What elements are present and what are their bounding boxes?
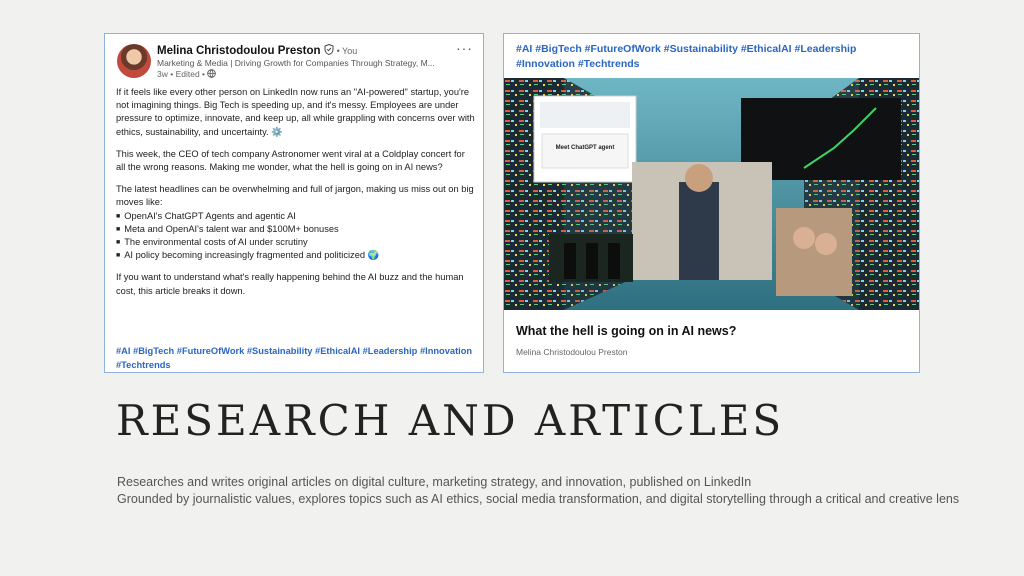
description-line: Grounded by journalistic values, explore… [117,491,960,506]
section-title: RESEARCH AND ARTICLES [116,396,785,445]
image-caption: Meet ChatGPT agent [555,145,615,151]
article-hashtags[interactable]: #AI #BigTech #FutureOfWork #Sustainabili… [516,42,911,72]
post-bullet-list: OpenAI's ChatGPT Agents and agentic AI M… [116,210,476,263]
post-body: If it feels like every other person on L… [116,86,476,307]
post-meta-text: 3w • Edited • [157,69,206,79]
avatar[interactable] [117,44,151,78]
linkedin-post-card[interactable]: Melina Christodoulou Preston • You Market… [104,33,484,373]
post-hashtags[interactable]: #AI #BigTech #FutureOfWork #Sustainabili… [116,344,476,372]
post-paragraph: If you want to understand what's really … [116,272,464,296]
article-cover-image[interactable]: Meet ChatGPT agent [504,78,919,310]
author-headline: Marketing & Media | Driving Growth for C… [157,58,435,68]
list-item: Meta and OpenAI's talent war and $100M+ … [116,223,476,236]
post-meta: 3w • Edited • [157,69,217,79]
post-paragraph: This week, the CEO of tech company Astro… [116,148,465,173]
linkedin-article-card[interactable]: #AI #BigTech #FutureOfWork #Sustainabili… [503,33,920,373]
list-item: AI policy becoming increasingly fragment… [116,249,476,262]
article-title[interactable]: What the hell is going on in AI news? [516,324,736,338]
you-label: • You [336,46,358,56]
description-line: Researches and writes original articles … [117,475,752,489]
more-icon[interactable]: ··· [456,40,473,56]
post-paragraph: The latest headlines can be overwhelming… [116,184,474,208]
section-description: Researches and writes original articles … [117,474,997,507]
list-item: The environmental costs of AI under scru… [116,236,476,249]
author-name-text[interactable]: Melina Christodoulou Preston [157,45,321,57]
article-cover-collage [504,78,919,310]
article-author: Melina Christodoulou Preston [516,347,628,357]
globe-icon [207,69,217,78]
verified-icon [324,44,334,55]
author-name[interactable]: Melina Christodoulou Preston • You [157,44,357,57]
list-item: OpenAI's ChatGPT Agents and agentic AI [116,210,476,223]
post-paragraph: If it feels like every other person on L… [116,87,475,137]
